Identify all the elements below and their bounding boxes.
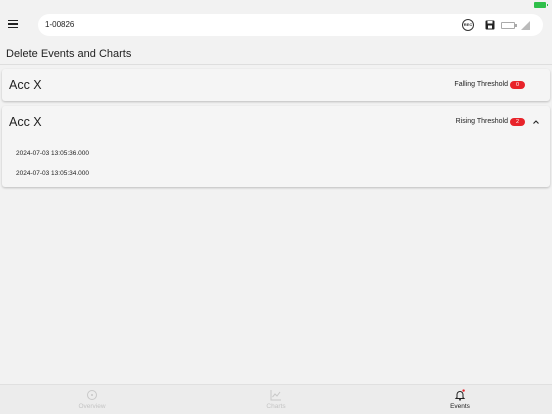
event-group-card: Acc X Falling Threshold 0 bbox=[2, 69, 550, 101]
event-list-item[interactable]: 2024-07-03 13:05:36.000 bbox=[16, 150, 89, 157]
app-header: 1-00826 REC bbox=[0, 12, 552, 38]
battery-icon bbox=[500, 19, 517, 31]
record-icon[interactable]: REC bbox=[462, 19, 474, 31]
tab-label: Charts bbox=[266, 403, 286, 410]
bottom-tab-bar: Overview Charts Events bbox=[0, 384, 552, 414]
menu-icon[interactable] bbox=[8, 18, 20, 30]
page-title: Delete Events and Charts bbox=[6, 48, 132, 60]
chart-icon bbox=[270, 390, 281, 401]
tab-charts[interactable]: Charts bbox=[184, 385, 368, 414]
threshold-label: Falling Threshold bbox=[454, 81, 508, 88]
chevron-up-icon[interactable] bbox=[532, 118, 540, 126]
record-label: REC bbox=[462, 19, 474, 31]
event-count-badge: 2 bbox=[510, 118, 525, 126]
tab-overview[interactable]: Overview bbox=[0, 385, 184, 414]
event-count-badge: 0 bbox=[510, 81, 525, 89]
status-bar bbox=[0, 0, 552, 12]
tab-label: Events bbox=[450, 403, 470, 410]
event-group-card: Acc X Rising Threshold 2 2024-07-03 13:0… bbox=[2, 106, 550, 187]
divider bbox=[0, 64, 552, 65]
device-selector[interactable]: 1-00826 REC bbox=[38, 14, 543, 36]
signal-icon bbox=[520, 19, 530, 31]
save-icon[interactable] bbox=[484, 19, 496, 31]
device-name: 1-00826 bbox=[45, 20, 75, 29]
gauge-icon bbox=[87, 390, 97, 400]
tab-label: Overview bbox=[78, 403, 106, 410]
status-battery-icon bbox=[534, 2, 548, 8]
event-group-title: Acc X bbox=[9, 78, 42, 92]
event-group-header[interactable]: Acc X Falling Threshold 0 bbox=[2, 69, 550, 101]
event-list-item[interactable]: 2024-07-03 13:05:34.000 bbox=[16, 170, 89, 177]
event-group-title: Acc X bbox=[9, 115, 42, 129]
bell-icon bbox=[454, 389, 466, 401]
event-group-header[interactable]: Acc X Rising Threshold 2 bbox=[2, 106, 550, 138]
threshold-label: Rising Threshold bbox=[455, 118, 508, 125]
tab-events[interactable]: Events bbox=[368, 385, 552, 414]
